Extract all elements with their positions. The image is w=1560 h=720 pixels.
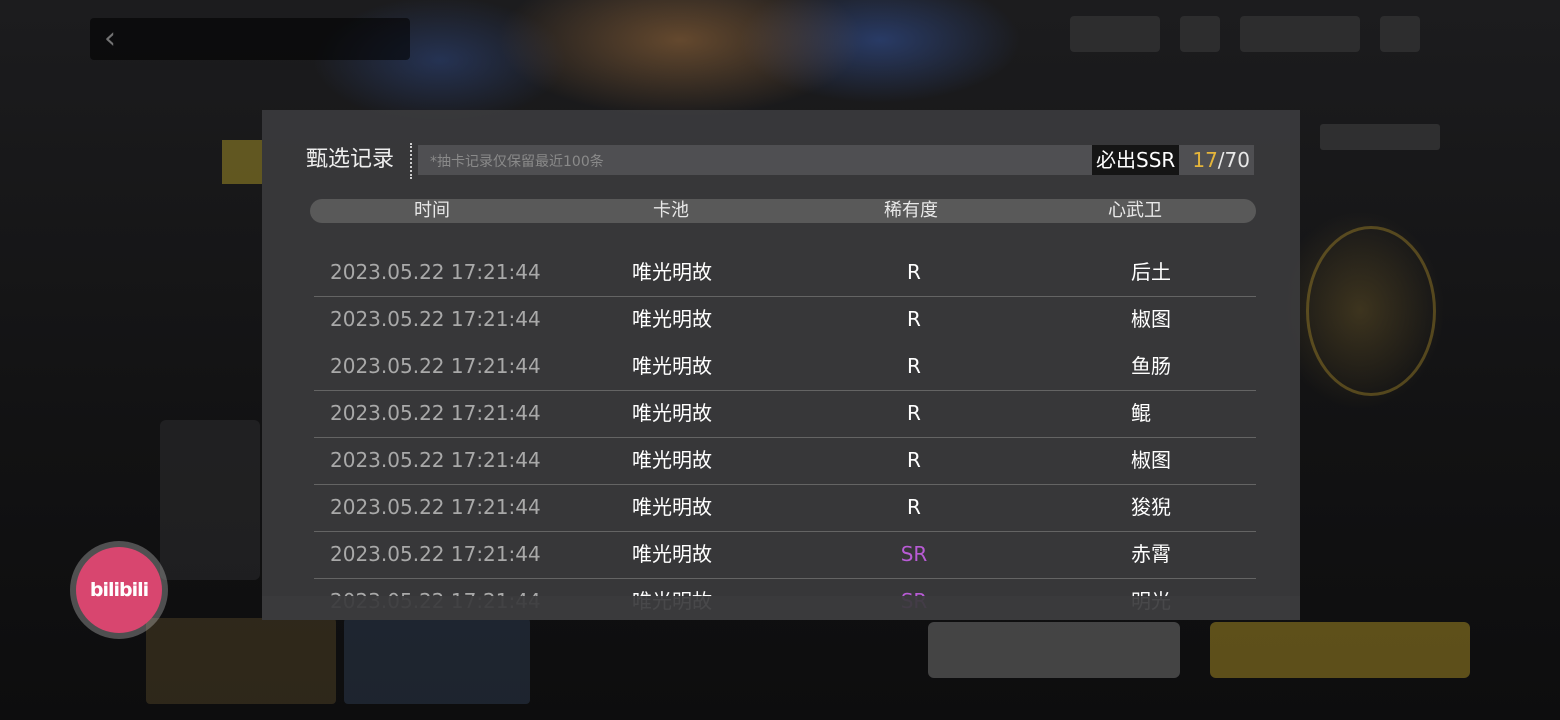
- row-time: 2023.05.22 17:21:44: [330, 495, 541, 519]
- row-time: 2023.05.22 17:21:44: [330, 448, 541, 472]
- pity-count: 17/70: [1192, 145, 1250, 175]
- back-arrow-icon[interactable]: ‹: [104, 24, 134, 54]
- pity-current: 17: [1192, 148, 1218, 172]
- background-resource-bar: [1070, 16, 1160, 52]
- table-header: 时间 卡池 稀有度 心武卫: [310, 199, 1256, 223]
- table-row: 2023.05.22 17:21:44 唯光明故 R 后土: [314, 250, 1256, 297]
- row-guard: 后土: [1131, 260, 1171, 284]
- background-card: [146, 618, 336, 704]
- row-guard: 鲲: [1131, 401, 1151, 425]
- background-resource-icon: [1380, 16, 1420, 52]
- background-side-panel: [160, 420, 260, 580]
- row-time: 2023.05.22 17:21:44: [330, 354, 541, 378]
- pity-counter: 必出SSR 17/70: [1092, 145, 1254, 175]
- row-pool: 唯光明故: [632, 260, 712, 284]
- header-pool: 卡池: [653, 200, 689, 221]
- row-guard: 狻猊: [1131, 495, 1171, 519]
- table-row: 2023.05.22 17:21:44 唯光明故 R 鲲: [314, 391, 1256, 438]
- record-note: *抽卡记录仅保留最近100条: [430, 154, 604, 170]
- row-pool: 唯光明故: [632, 307, 712, 331]
- list-clip-edge: [262, 596, 1300, 620]
- background-label: [1320, 124, 1440, 150]
- table-row: 2023.05.22 17:21:44 唯光明故 R 鱼肠: [314, 344, 1256, 391]
- background-tag: [222, 140, 262, 184]
- background-resource-bar: [1240, 16, 1360, 52]
- background-button: [1210, 622, 1470, 678]
- panel-title: 甄选记录: [306, 147, 395, 172]
- bilibili-watermark: bilibili: [70, 541, 168, 639]
- pity-label: 必出SSR: [1092, 145, 1180, 175]
- pity-separator: /: [1217, 148, 1225, 172]
- header-guard: 心武卫: [1108, 200, 1162, 221]
- background-resource-icon: [1180, 16, 1220, 52]
- table-row: 2023.05.22 17:21:44 唯光明故 R 椒图: [314, 438, 1256, 485]
- table-row: 2023.05.22 17:21:44 唯光明故 SR 赤霄: [314, 532, 1256, 579]
- row-time: 2023.05.22 17:21:44: [330, 260, 541, 284]
- title-divider: [410, 143, 414, 179]
- row-guard: 鱼肠: [1131, 354, 1171, 378]
- row-guard: 赤霄: [1131, 542, 1171, 566]
- background-top-bar: [90, 18, 410, 60]
- row-pool: 唯光明故: [632, 401, 712, 425]
- row-guard: 椒图: [1131, 307, 1171, 331]
- row-pool: 唯光明故: [632, 495, 712, 519]
- background-card: [344, 618, 530, 704]
- row-guard: 椒图: [1131, 448, 1171, 472]
- pity-total: 70: [1224, 148, 1250, 172]
- row-time: 2023.05.22 17:21:44: [330, 401, 541, 425]
- header-time: 时间: [414, 200, 450, 221]
- row-pool: 唯光明故: [632, 542, 712, 566]
- row-pool: 唯光明故: [632, 448, 712, 472]
- record-list[interactable]: 2023.05.22 17:21:44 唯光明故 R 后土 2023.05.22…: [314, 250, 1256, 620]
- row-pool: 唯光明故: [632, 354, 712, 378]
- table-row: 2023.05.22 17:21:44 唯光明故 R 狻猊: [314, 485, 1256, 532]
- header-rarity: 稀有度: [884, 200, 938, 221]
- row-time: 2023.05.22 17:21:44: [330, 307, 541, 331]
- gacha-record-panel: 甄选记录 *抽卡记录仅保留最近100条 必出SSR 17/70 时间 卡池 稀有…: [262, 110, 1300, 620]
- bilibili-logo-icon: bilibili: [76, 547, 162, 633]
- background-button: [928, 622, 1180, 678]
- record-note-bar: *抽卡记录仅保留最近100条: [418, 145, 1094, 175]
- table-row: 2023.05.22 17:21:44 唯光明故 R 椒图: [314, 297, 1256, 344]
- background-avatar: [1306, 226, 1436, 396]
- row-time: 2023.05.22 17:21:44: [330, 542, 541, 566]
